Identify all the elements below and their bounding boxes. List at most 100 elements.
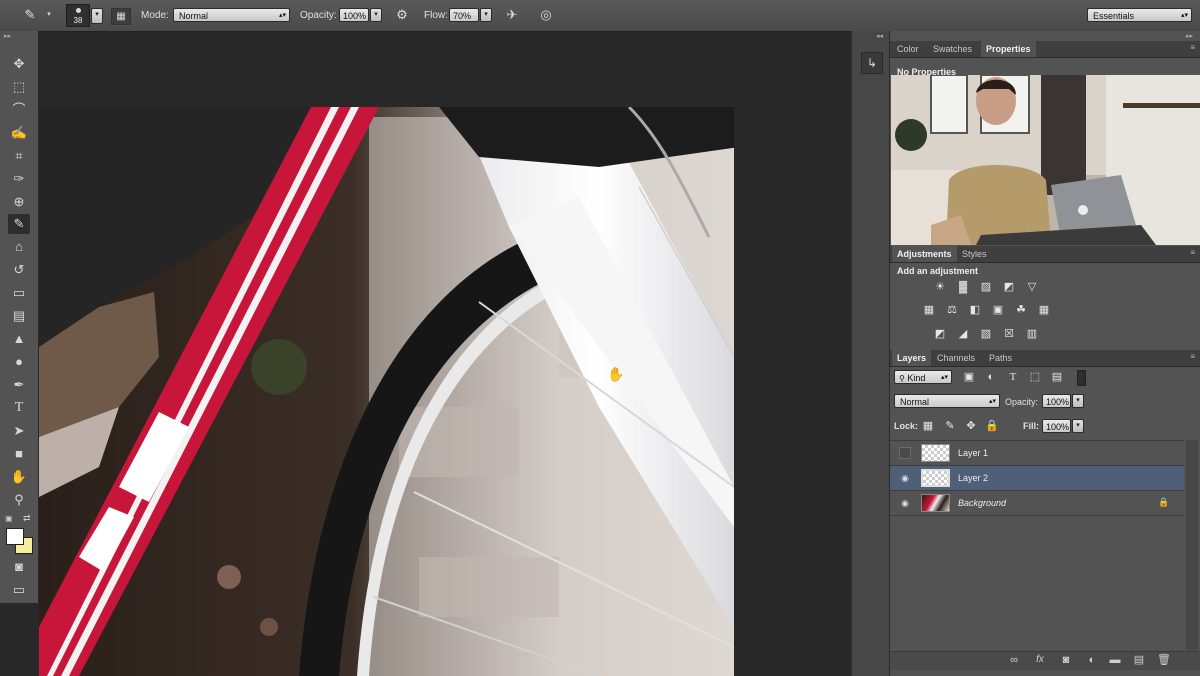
selective-color-icon[interactable]: ☒	[1001, 327, 1017, 341]
channel-mixer-icon[interactable]: ☘	[1013, 303, 1029, 317]
clone-stamp-tool-icon[interactable]: ⌂	[8, 237, 30, 257]
tab-channels[interactable]: Channels	[932, 350, 980, 366]
layer-2-eye-icon[interactable]: ◉	[899, 472, 911, 484]
tab-styles[interactable]: Styles	[957, 246, 992, 262]
black-white-icon[interactable]: ◧	[967, 303, 983, 317]
threshold-icon[interactable]: ▧	[978, 327, 994, 341]
brush-preset-arrow[interactable]: ▾	[91, 8, 103, 24]
filter-toggle-switch[interactable]	[1077, 370, 1086, 386]
background-eye-icon[interactable]: ◉	[899, 497, 911, 509]
posterize-icon[interactable]: ◢	[955, 327, 971, 341]
blend-mode-dropdown[interactable]: Normal ▴▾	[894, 394, 1000, 408]
layer-style-icon[interactable]: fx	[1031, 652, 1049, 668]
shape-tool-icon[interactable]: ■	[8, 444, 30, 464]
layers-scrollbar[interactable]	[1186, 440, 1198, 650]
filter-adjustment-icon[interactable]: ◐	[983, 370, 999, 384]
zoom-tool-icon[interactable]: ⚲	[8, 490, 30, 510]
color-balance-icon[interactable]: ⚖	[944, 303, 960, 317]
gradient-map-icon[interactable]: ▥	[1024, 327, 1040, 341]
lock-transparent-icon[interactable]: ▦	[920, 419, 936, 433]
photo-filter-icon[interactable]: ▣	[990, 303, 1006, 317]
levels-icon[interactable]: ▓	[955, 280, 971, 294]
fill-field[interactable]: 100%	[1042, 419, 1071, 433]
screen-mode-icon[interactable]: ▭	[8, 580, 30, 600]
tab-color[interactable]: Color	[892, 41, 924, 57]
blur-tool-icon[interactable]: ▲	[8, 329, 30, 349]
filter-shape-icon[interactable]: ⬚	[1027, 370, 1043, 384]
layer-opacity-arrow[interactable]: ▾	[1072, 394, 1084, 408]
layer-row-layer-1[interactable]: Layer 1	[890, 441, 1184, 466]
layer-opacity-field[interactable]: 100%	[1042, 394, 1071, 408]
dodge-tool-icon[interactable]: ●	[8, 352, 30, 372]
brush-preset-picker[interactable]: 38	[66, 4, 90, 27]
lock-position-icon[interactable]: ✥	[963, 419, 979, 433]
link-layers-icon[interactable]: ∞	[1005, 652, 1023, 668]
invert-icon[interactable]: ◩	[932, 327, 948, 341]
tab-properties[interactable]: Properties	[981, 41, 1036, 57]
layer-filter-dropdown[interactable]: ⚲ Kind ▴▾	[894, 370, 952, 384]
delete-layer-icon[interactable]: 🗑	[1155, 652, 1173, 668]
tools-collapse-icon[interactable]: ▸▸	[4, 32, 11, 40]
pen-tool-icon[interactable]: ✒	[8, 375, 30, 395]
airbrush-icon[interactable]: ✈	[503, 7, 521, 23]
eyedropper-tool-icon[interactable]: ✑	[8, 169, 30, 189]
tab-adjustments[interactable]: Adjustments	[892, 246, 957, 262]
layer-row-background[interactable]: ◉ Background 🔒	[890, 491, 1184, 516]
new-adjustment-layer-icon[interactable]: ◐	[1083, 652, 1101, 668]
color-lookup-icon[interactable]: ▦	[1036, 303, 1052, 317]
new-layer-icon[interactable]: ▤	[1130, 652, 1148, 668]
quick-mask-icon[interactable]: ◙	[8, 557, 30, 577]
flow-slider-arrow[interactable]: ▾	[480, 8, 492, 22]
new-group-icon[interactable]: ▬	[1106, 652, 1124, 668]
lock-all-icon[interactable]: 🔒	[984, 419, 1000, 433]
foreground-color-swatch[interactable]	[6, 528, 24, 545]
marquee-tool-icon[interactable]: ⬚	[8, 77, 30, 97]
swap-colors-icon[interactable]: ⇄	[23, 513, 31, 524]
lock-image-icon[interactable]: ✎	[942, 419, 958, 433]
hand-tool-icon[interactable]: ✋	[8, 467, 30, 487]
brush-panel-toggle-icon[interactable]: ▦	[111, 8, 131, 25]
opacity-field[interactable]: 100%	[339, 8, 369, 22]
filter-smart-object-icon[interactable]: ▤	[1049, 370, 1065, 384]
filter-type-icon[interactable]: T	[1005, 370, 1021, 384]
mode-dropdown[interactable]: Normal ▴▾	[173, 8, 290, 22]
healing-brush-tool-icon[interactable]: ⊕	[8, 192, 30, 212]
move-tool-icon[interactable]: ✥	[8, 54, 30, 74]
history-panel-icon[interactable]: ↳	[861, 52, 883, 74]
filter-pixel-icon[interactable]: ▣	[961, 370, 977, 384]
default-colors-icon[interactable]: ▣	[5, 514, 13, 523]
panel-menu-icon[interactable]: ≡	[1190, 43, 1195, 52]
hue-saturation-icon[interactable]: ▦	[921, 303, 937, 317]
workspace-switcher[interactable]: Essentials ▴▾	[1087, 8, 1192, 22]
dock-collapse-icon[interactable]: ◂◂	[876, 32, 883, 40]
pressure-size-icon[interactable]: ◎	[537, 7, 555, 23]
crop-tool-icon[interactable]: ⌗	[8, 146, 30, 166]
history-brush-tool-icon[interactable]: ↺	[8, 260, 30, 280]
layer-row-layer-2[interactable]: ◉ Layer 2	[890, 466, 1184, 491]
brightness-contrast-icon[interactable]: ☀	[932, 280, 948, 294]
panels-collapse-icon[interactable]: ▸▸	[1186, 32, 1193, 40]
opacity-slider-arrow[interactable]: ▾	[370, 8, 382, 22]
tab-paths[interactable]: Paths	[984, 350, 1017, 366]
tab-swatches[interactable]: Swatches	[928, 41, 977, 57]
brush-tool-icon[interactable]: ✎	[20, 7, 40, 23]
add-mask-icon[interactable]: ◙	[1057, 652, 1075, 668]
type-tool-icon[interactable]: T	[8, 398, 30, 418]
exposure-icon[interactable]: ◩	[1001, 280, 1017, 294]
pressure-opacity-icon[interactable]: ⚙	[393, 7, 411, 23]
document-canvas[interactable]: ✋	[39, 107, 734, 676]
gradient-tool-icon[interactable]: ▤	[8, 306, 30, 326]
quick-selection-tool-icon[interactable]: ✍	[8, 123, 30, 143]
curves-icon[interactable]: ▨	[978, 280, 994, 294]
tool-preset-dropdown[interactable]: ▾	[44, 9, 54, 23]
flow-field[interactable]: 70%	[449, 8, 479, 22]
layer-1-visibility-toggle[interactable]	[899, 447, 911, 459]
tab-layers[interactable]: Layers	[892, 350, 932, 366]
path-selection-tool-icon[interactable]: ➤	[8, 421, 30, 441]
fill-arrow[interactable]: ▾	[1072, 419, 1084, 433]
lasso-tool-icon[interactable]: ⌒	[8, 100, 30, 120]
vibrance-icon[interactable]: ▽	[1024, 280, 1040, 294]
adjustments-menu-icon[interactable]: ≡	[1190, 248, 1195, 257]
brush-tool-icon[interactable]: ✎	[8, 214, 30, 234]
layers-menu-icon[interactable]: ≡	[1190, 352, 1195, 361]
